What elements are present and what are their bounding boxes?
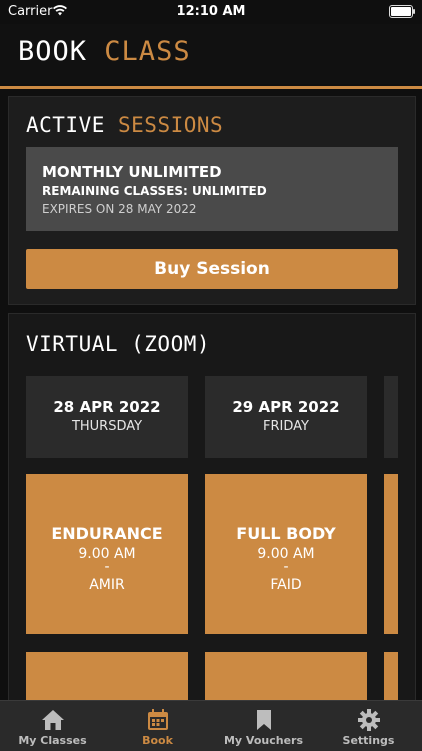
tab-book[interactable]: Book: [105, 701, 210, 751]
buy-session-button[interactable]: Buy Session: [26, 249, 398, 289]
session-card: MONTHLY UNLIMITED REMAINING CLASSES: UNL…: [26, 147, 398, 231]
active-sessions-title-primary: ACTIVE: [26, 113, 105, 137]
status-bar: Carrier 12:10 AM: [0, 0, 422, 24]
class-instructor: AMIR: [89, 577, 125, 593]
active-sessions-panel: ACTIVE SESSIONS MONTHLY UNLIMITED REMAIN…: [8, 96, 416, 305]
tab-settings[interactable]: Settings: [316, 701, 421, 751]
class-card-partial[interactable]: [384, 474, 398, 634]
app-header: BOOK CLASS: [0, 24, 422, 84]
class-separator: -: [283, 559, 289, 575]
gear-icon: [316, 701, 421, 731]
tab-my-vouchers[interactable]: My Vouchers: [211, 701, 316, 751]
tab-label: My Classes: [18, 734, 87, 747]
tab-bar: My Classes Book My Vouchers Settings: [0, 700, 422, 751]
bookmark-icon: [211, 701, 316, 731]
calendar-icon: [105, 701, 210, 731]
class-separator: -: [104, 559, 110, 575]
page-title-primary: BOOK: [18, 36, 88, 67]
class-name: FULL BODY: [236, 524, 336, 543]
tab-label: Settings: [342, 734, 395, 747]
virtual-zoom-panel[interactable]: VIRTUAL (ZOOM) 28 APR 2022 THURSDAY 29 A…: [8, 313, 416, 712]
class-card[interactable]: ENDURANCE 9.00 AM - AMIR: [26, 474, 188, 634]
class-name: ENDURANCE: [51, 524, 163, 543]
session-expiry: EXPIRES ON 28 MAY 2022: [42, 202, 197, 216]
date-card-partial: [384, 376, 398, 458]
status-time: 12:10 AM: [176, 4, 246, 19]
date-label: 29 APR 2022: [232, 398, 340, 416]
home-icon: [0, 701, 105, 731]
tab-my-classes[interactable]: My Classes: [0, 701, 105, 751]
tab-label: My Vouchers: [223, 734, 304, 747]
tab-label: Book: [142, 734, 173, 747]
virtual-zoom-title: VIRTUAL (ZOOM): [26, 332, 211, 356]
weekday-label: THURSDAY: [71, 419, 143, 434]
session-plan-name: MONTHLY UNLIMITED: [42, 163, 222, 181]
date-label: 28 APR 2022: [53, 398, 161, 416]
class-instructor: FAID: [270, 577, 302, 593]
page-title-accent: CLASS: [104, 36, 191, 67]
weekday-label: FRIDAY: [263, 419, 309, 434]
battery-icon: [389, 5, 415, 18]
class-card[interactable]: FULL BODY 9.00 AM - FAID: [205, 474, 367, 634]
page-title: BOOK CLASS: [18, 36, 191, 67]
active-sessions-title: ACTIVE SESSIONS: [26, 113, 223, 137]
date-card: 28 APR 2022 THURSDAY: [26, 376, 188, 458]
active-sessions-title-accent: SESSIONS: [118, 113, 224, 137]
session-remaining: REMAINING CLASSES: UNLIMITED: [42, 184, 267, 198]
header-divider: [0, 86, 422, 89]
date-card: 29 APR 2022 FRIDAY: [205, 376, 367, 458]
